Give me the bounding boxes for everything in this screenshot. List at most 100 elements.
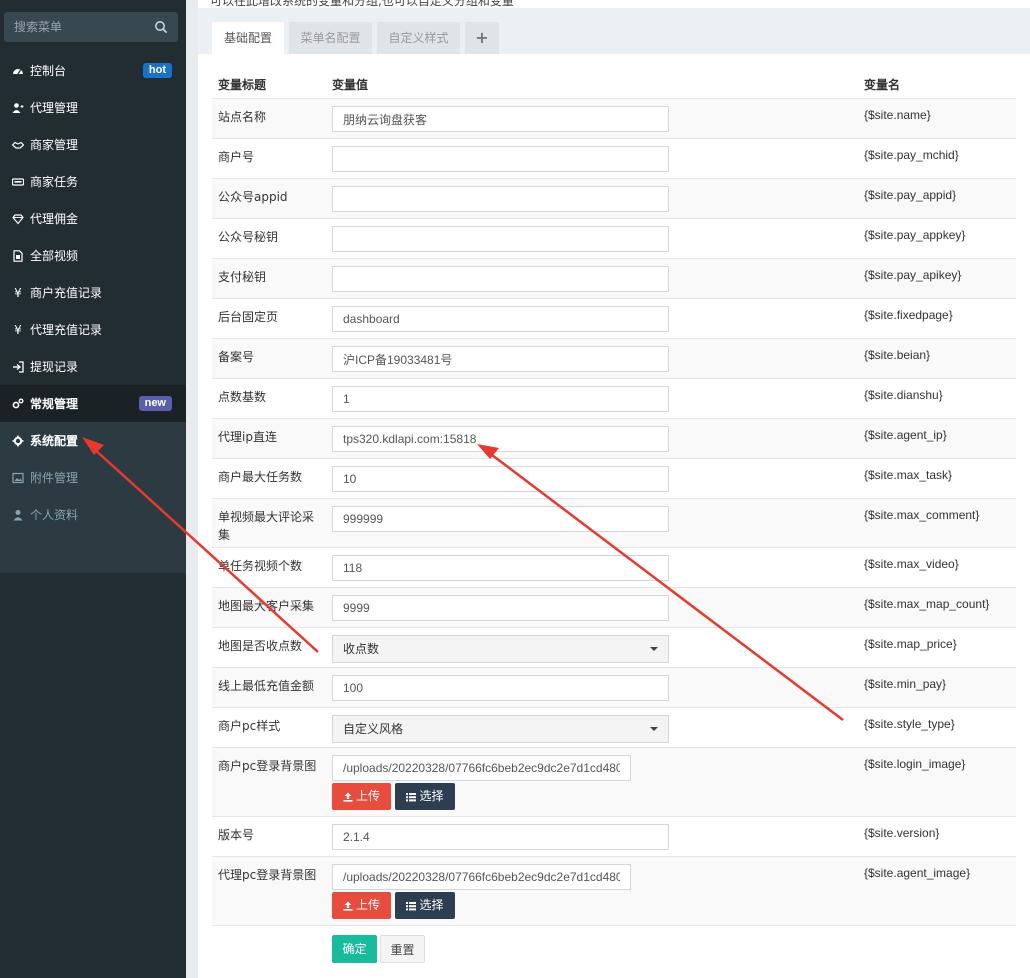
user-icon xyxy=(12,509,24,521)
cogs-icon xyxy=(12,398,24,410)
dianshu-input[interactable] xyxy=(332,386,669,412)
row-label: 公众号秘钥 xyxy=(218,230,279,244)
upload-icon xyxy=(343,792,353,802)
table-row: 商户pc登录背景图 上传 选择 {$site.login_image} xyxy=(212,747,1016,816)
sidebar-item-agent-commission[interactable]: 代理佣金 xyxy=(0,200,186,237)
table-row: 单任务视频个数 {$site.max_video} xyxy=(212,547,1016,587)
yen-icon: ¥ xyxy=(14,285,22,300)
row-key: {$site.dianshu} xyxy=(864,388,943,402)
table-row: 后台固定页 {$site.fixedpage} xyxy=(212,298,1016,338)
search-icon[interactable] xyxy=(154,20,168,34)
upload-button[interactable]: 上传 xyxy=(332,892,391,919)
table-row: 支付秘钥 {$site.pay_apikey} xyxy=(212,258,1016,298)
caret-down-icon xyxy=(650,647,658,651)
login-image-input[interactable] xyxy=(332,755,631,781)
select-button[interactable]: 选择 xyxy=(395,783,455,810)
confirm-button[interactable]: 确定 xyxy=(332,935,377,963)
max-comment-input[interactable] xyxy=(332,506,669,532)
row-key: {$site.pay_apikey} xyxy=(864,268,962,282)
agent-image-input[interactable] xyxy=(332,864,631,890)
row-label: 商户pc登录背景图 xyxy=(218,759,317,773)
tab-menu-name-config[interactable]: 菜单名配置 xyxy=(289,22,372,54)
sidebar-item-label: 商家任务 xyxy=(30,175,79,189)
sidebar-item-label: 系统配置 xyxy=(30,434,79,448)
sidebar-item-merchant-recharge[interactable]: ¥ 商户充值记录 xyxy=(0,274,186,311)
sidebar-item-general-management[interactable]: 常规管理 new xyxy=(0,385,186,422)
map-price-select[interactable]: 收点数 xyxy=(332,635,669,663)
row-key: {$site.login_image} xyxy=(864,757,966,771)
upload-button[interactable]: 上传 xyxy=(332,783,391,810)
caret-down-icon xyxy=(650,727,658,731)
main-content: 可以在此增改系统的变量和分组,也可以自定义分组和变量 基础配置 菜单名配置 自定… xyxy=(198,0,1030,978)
add-tab-button[interactable]: + xyxy=(465,22,499,54)
sidebar-item-agent-management[interactable]: 代理管理 xyxy=(0,89,186,126)
row-key: {$site.map_price} xyxy=(864,637,957,651)
sidebar-search xyxy=(4,12,178,42)
sidebar-item-withdraw[interactable]: 提现记录 xyxy=(0,348,186,385)
site-name-input[interactable] xyxy=(332,106,669,132)
table-row: 线上最低充值金额 {$site.min_pay} xyxy=(212,667,1016,707)
min-pay-input[interactable] xyxy=(332,675,669,701)
row-label: 线上最低充值金额 xyxy=(218,679,315,693)
row-key: {$site.max_map_count} xyxy=(864,597,990,611)
style-type-select[interactable]: 自定义风格 xyxy=(332,715,669,743)
sidebar-item-label: 商家管理 xyxy=(30,138,79,152)
row-key: {$site.fixedpage} xyxy=(864,308,953,322)
max-task-input[interactable] xyxy=(332,466,669,492)
row-label: 后台固定页 xyxy=(218,310,279,324)
handshake-icon xyxy=(12,139,24,151)
row-key: {$site.style_type} xyxy=(864,717,955,731)
list-icon xyxy=(406,901,417,910)
row-label: 支付秘钥 xyxy=(218,270,267,284)
row-label: 代理ip直连 xyxy=(218,430,277,444)
row-label: 地图是否收点数 xyxy=(218,639,303,653)
tab-custom-style[interactable]: 自定义样式 xyxy=(377,22,460,54)
select-button[interactable]: 选择 xyxy=(395,892,455,919)
row-label: 单任务视频个数 xyxy=(218,559,303,573)
fixedpage-input[interactable] xyxy=(332,306,669,332)
sidebar-item-label: 附件管理 xyxy=(30,471,79,485)
table-row: 商户最大任务数 {$site.max_task} xyxy=(212,458,1016,498)
row-key: {$site.agent_image} xyxy=(864,866,971,880)
sidebar-item-label: 提现记录 xyxy=(30,360,79,374)
table-row: 站点名称 {$site.name} xyxy=(212,98,1016,138)
user-plus-icon xyxy=(12,102,24,114)
sidebar-item-merchant-management[interactable]: 商家管理 xyxy=(0,126,186,163)
dashboard-icon xyxy=(12,65,24,77)
tab-basic-config[interactable]: 基础配置 xyxy=(212,22,284,54)
sidebar-item-attachments[interactable]: 附件管理 xyxy=(0,459,186,496)
new-badge: new xyxy=(138,396,172,411)
diamond-icon xyxy=(12,213,24,225)
appid-input[interactable] xyxy=(332,186,669,212)
max-map-count-input[interactable] xyxy=(332,595,669,621)
agent-ip-input[interactable] xyxy=(332,426,669,452)
sidebar-item-label: 控制台 xyxy=(30,64,67,78)
sidebar-item-dashboard[interactable]: 控制台 hot xyxy=(0,52,186,89)
row-key: {$site.pay_appkey} xyxy=(864,228,966,242)
row-label: 版本号 xyxy=(218,828,255,842)
table-row: 商户pc样式 自定义风格 {$site.style_type} xyxy=(212,707,1016,747)
sidebar-item-agent-recharge[interactable]: ¥ 代理充值记录 xyxy=(0,311,186,348)
list-icon xyxy=(406,792,417,801)
version-input[interactable] xyxy=(332,824,669,850)
yen-icon: ¥ xyxy=(14,322,22,337)
table-row: 点数基数 {$site.dianshu} xyxy=(212,378,1016,418)
row-label: 公众号appid xyxy=(218,190,288,204)
search-input[interactable] xyxy=(4,12,154,42)
file-icon xyxy=(12,249,24,262)
sidebar-item-profile[interactable]: 个人资料 xyxy=(0,496,186,533)
apikey-input[interactable] xyxy=(332,266,669,292)
row-key: {$site.min_pay} xyxy=(864,677,947,691)
sidebar-item-system-config[interactable]: 系统配置 xyxy=(0,422,186,459)
select-label: 选择 xyxy=(419,898,444,912)
row-label: 商户号 xyxy=(218,150,255,164)
mchid-input[interactable] xyxy=(332,146,669,172)
sidebar-item-merchant-tasks[interactable]: 商家任务 xyxy=(0,163,186,200)
appkey-input[interactable] xyxy=(332,226,669,252)
max-video-input[interactable] xyxy=(332,555,669,581)
sidebar-item-all-videos[interactable]: 全部视频 xyxy=(0,237,186,274)
form-actions: 确定 重置 xyxy=(212,925,1016,975)
beian-input[interactable] xyxy=(332,346,669,372)
sidebar-item-label: 全部视频 xyxy=(30,249,79,263)
reset-button[interactable]: 重置 xyxy=(380,935,425,963)
